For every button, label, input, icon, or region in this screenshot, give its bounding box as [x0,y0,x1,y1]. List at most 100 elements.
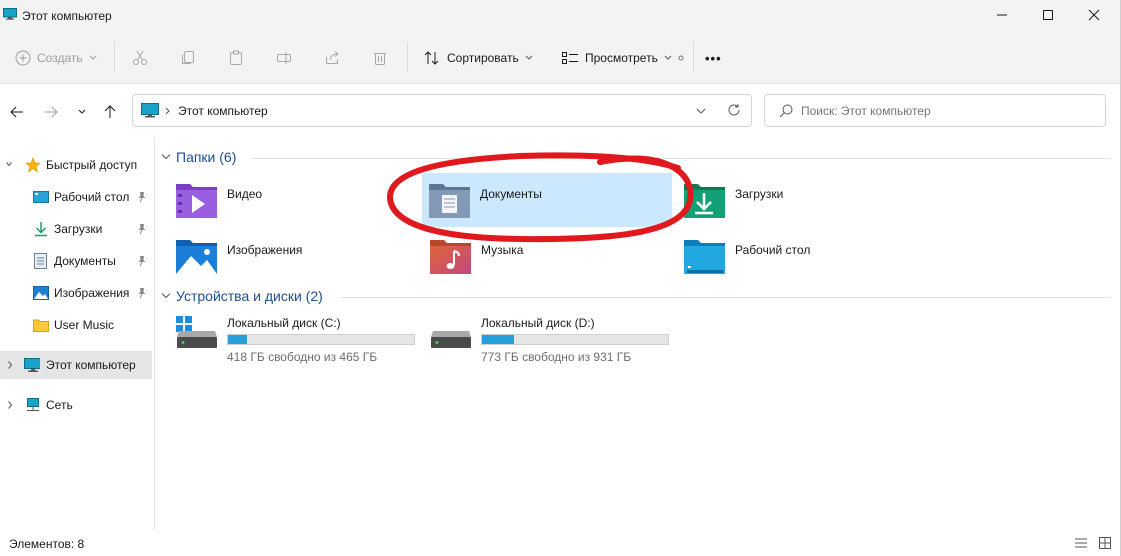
folder-tile-videos[interactable]: Видео [155,173,405,227]
drive-usage-fill [228,335,247,344]
view-button[interactable]: Просмотреть [561,44,684,72]
toolbar-separator [407,42,408,72]
star-icon [25,157,41,173]
documents-folder-icon [429,184,470,218]
system-drive-icon [176,316,217,348]
folder-label: Загрузки [735,187,784,201]
sort-label: Сортировать [447,51,519,65]
folder-label: Изображения [227,243,303,257]
folder-label: Видео [227,187,263,201]
refresh-icon[interactable] [727,103,741,117]
copy-button[interactable] [180,44,196,72]
navigation-pane: Быстрый доступ Рабочий стол Загрузки Док… [0,138,154,530]
group-divider [341,297,1111,298]
view-list-icon [562,52,578,64]
close-icon [1088,9,1100,21]
folder-label: Рабочий стол [735,243,811,257]
drive-usage-bar [481,334,669,345]
close-button[interactable] [1071,0,1117,30]
pin-icon[interactable] [137,191,147,203]
minimize-button[interactable] [979,0,1025,30]
pin-icon[interactable] [137,255,147,267]
back-button[interactable] [6,101,28,123]
plus-circle-icon [15,50,31,66]
sidebar-item-downloads[interactable]: Загрузки [0,215,152,243]
chevron-down-icon[interactable] [696,108,706,114]
chevron-down-icon [89,55,96,60]
toolbar-separator [114,42,115,72]
recent-locations-button[interactable] [71,101,93,123]
computer-icon [141,103,159,118]
chevron-down-icon [525,55,533,60]
sidebar-item-pictures[interactable]: Изображения [0,279,152,307]
folder-tile-documents[interactable]: Документы [422,173,672,227]
folders-group-header[interactable]: Папки (6) [161,149,236,165]
trash-icon [374,53,386,65]
pin-icon[interactable] [137,223,147,235]
folder-tile-music[interactable]: Музыка [409,229,659,283]
arrow-up-icon [104,105,116,118]
command-bar: Создать Сортировать Просмотреть ••• [0,30,1120,84]
hard-drive-icon [431,331,471,348]
folder-tile-pictures[interactable]: Изображения [155,229,405,283]
pictures-folder-icon [176,240,217,274]
drives-group-header[interactable]: Устройства и диски (2) [161,288,323,304]
chevron-down-icon [161,293,171,299]
folder-icon [33,319,49,332]
details-view-icon[interactable] [1074,537,1088,549]
title-bar: Этот компьютер [0,0,1120,30]
sidebar-item-quick-access[interactable]: Быстрый доступ [0,151,152,179]
pin-icon[interactable] [137,287,147,299]
desktop-icon [33,191,49,203]
computer-icon [24,358,40,372]
chevron-right-icon[interactable] [7,361,13,369]
chevron-down-icon[interactable] [6,161,12,169]
search-input[interactable] [801,102,1091,120]
rename-button[interactable] [276,44,292,72]
content-pane: Папки (6) Видео Документы Загрузки Изобр… [155,138,1120,530]
desktop-folder-icon [684,240,725,274]
drive-tile-d[interactable]: Локальный диск (D:) 773 ГБ свободно из 9… [409,310,671,364]
create-button[interactable]: Создать [15,44,97,72]
drive-tile-c[interactable]: Локальный диск (C:) 418 ГБ свободно из 4… [155,310,417,364]
rename-icon [277,52,291,64]
folder-tile-desktop[interactable]: Рабочий стол [663,229,913,283]
sidebar-label: User Music [54,318,115,332]
chevron-right-icon[interactable] [7,401,13,409]
paste-button[interactable] [228,44,244,72]
sidebar-item-documents[interactable]: Документы [0,247,152,275]
download-icon [35,222,47,237]
network-icon [27,398,39,411]
search-box[interactable] [764,94,1106,127]
delete-button[interactable] [372,44,388,72]
status-bar: Элементов: 8 [0,530,1120,556]
sidebar-label: Загрузки [54,222,103,236]
share-button[interactable] [324,44,340,72]
sidebar-label: Изображения [54,286,130,300]
up-button[interactable] [99,101,121,123]
maximize-button[interactable] [1025,0,1071,30]
items-count: Элементов: 8 [9,537,85,551]
sidebar-item-desktop[interactable]: Рабочий стол [0,183,152,211]
sort-button[interactable]: Сортировать [423,44,533,72]
sidebar-item-this-pc[interactable]: Этот компьютер [0,351,152,379]
more-options-button[interactable]: ••• [705,44,722,72]
tiles-view-icon[interactable] [1098,536,1112,550]
chevron-down-icon [161,154,171,160]
scissors-icon [133,50,147,65]
folder-tile-downloads[interactable]: Загрузки [663,173,913,227]
window-title: Этот компьютер [22,9,112,23]
sidebar-item-user-music[interactable]: User Music [0,311,152,339]
cut-button[interactable] [132,44,148,72]
address-path: Этот компьютер [178,104,268,118]
folder-label: Музыка [481,243,524,257]
drive-label: Локальный диск (C:) [227,316,341,330]
downloads-folder-icon [684,184,725,218]
drive-usage-fill [482,335,514,344]
videos-folder-icon [176,184,217,218]
chevron-right-icon [165,107,170,115]
sidebar-item-network[interactable]: Сеть [0,391,152,419]
address-bar[interactable]: Этот компьютер [132,94,752,127]
forward-button[interactable] [40,101,62,123]
toolbar-separator [693,42,694,72]
